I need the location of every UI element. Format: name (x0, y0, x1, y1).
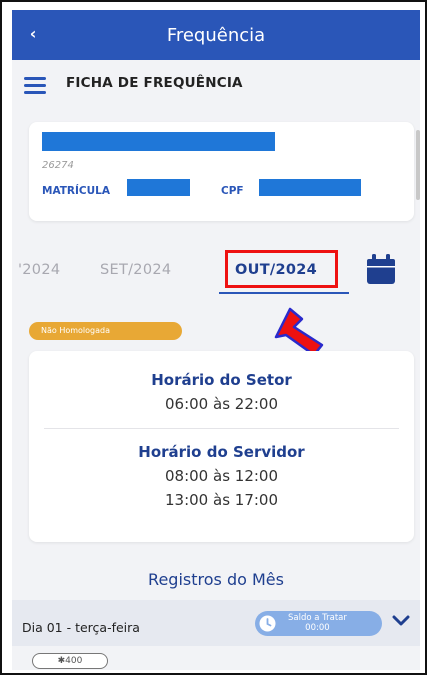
selected-month-indicator (219, 292, 349, 294)
saldo-label: Saldo a Tratar (288, 613, 347, 623)
records-title: Registros do Mês (148, 570, 284, 589)
month-tab-set[interactable]: SET/2024 (100, 262, 171, 278)
redacted-matricula (127, 179, 190, 196)
cpf-label: CPF (221, 185, 244, 197)
chevron-down-icon[interactable] (392, 614, 410, 628)
user-info-card: 26274 MATRÍCULA CPF (29, 122, 414, 221)
day-record-row[interactable]: Dia 01 - terça-feira Saldo a Tratar 00:0… (12, 600, 420, 646)
sector-schedule-title: Horário do Setor (151, 371, 292, 389)
redacted-cpf (259, 179, 361, 196)
saldo-value: 00:00 (305, 623, 330, 633)
user-number: 26274 (42, 160, 74, 171)
server-schedule-hours-2: 13:00 às 17:00 (165, 491, 278, 509)
app-title: Frequência (166, 24, 266, 46)
day-label: Dia 01 - terça-feira (22, 620, 140, 635)
matricula-label: MATRÍCULA (42, 185, 110, 197)
calendar-icon[interactable] (364, 252, 398, 286)
main-content[interactable]: FICHA DE FREQUÊNCIA 26274 MATRÍCULA CPF … (12, 60, 420, 670)
server-schedule-title: Horário do Servidor (138, 443, 305, 461)
redacted-name (42, 132, 275, 151)
status-badge: Não Homologada (29, 322, 182, 340)
sector-schedule-hours: 06:00 às 22:00 (165, 395, 278, 413)
phone-frame: ‹ Frequência FICHA DE FREQUÊNCIA 26274 M… (0, 0, 427, 675)
page-header: FICHA DE FREQUÊNCIA (12, 60, 420, 108)
schedule-divider (44, 428, 399, 429)
record-code-chip: ✱400 (32, 653, 108, 669)
chevron-left-icon[interactable]: ‹ (22, 23, 44, 45)
schedule-card: Horário do Setor 06:00 às 22:00 Horário … (29, 351, 414, 542)
page-title: FICHA DE FREQUÊNCIA (66, 75, 243, 91)
clock-icon (259, 615, 276, 632)
arrow-annotation-icon (274, 307, 324, 357)
saldo-badge[interactable]: Saldo a Tratar 00:00 (255, 611, 382, 636)
highlight-annotation-box (225, 250, 338, 288)
month-tab-previous[interactable]: '2024 (18, 262, 60, 278)
saldo-text: Saldo a Tratar 00:00 (288, 613, 347, 633)
server-schedule-hours-1: 08:00 às 12:00 (165, 467, 278, 485)
hamburger-menu-icon[interactable] (24, 77, 46, 94)
month-selector[interactable]: '2024 SET/2024 OUT/2024 (12, 250, 420, 300)
scrollbar[interactable] (416, 130, 420, 200)
app-bar: ‹ Frequência (12, 10, 420, 60)
